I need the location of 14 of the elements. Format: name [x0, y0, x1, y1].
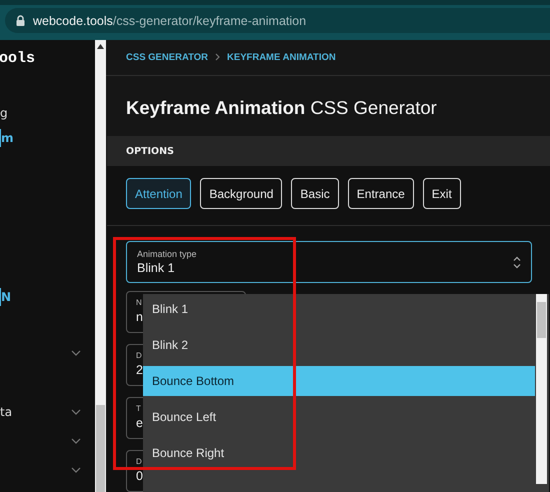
field-value: e	[136, 416, 143, 430]
field-label: D	[136, 457, 142, 466]
page-title: Keyframe Animation CSS Generator	[125, 96, 438, 120]
field-label: Animation type	[137, 249, 198, 259]
field-label: D	[136, 351, 142, 360]
field-value: n	[136, 310, 143, 324]
url-text: webcode.tools/css-generator/keyframe-animation	[33, 14, 306, 28]
logo-text: ools	[0, 50, 36, 67]
field-label: T	[136, 404, 141, 413]
field-label: N	[136, 298, 142, 307]
field-value: Blink 1	[137, 261, 175, 275]
field-value: 2	[136, 363, 143, 377]
section-header: OPTIONS	[126, 146, 174, 156]
field-value: 0	[136, 469, 143, 483]
